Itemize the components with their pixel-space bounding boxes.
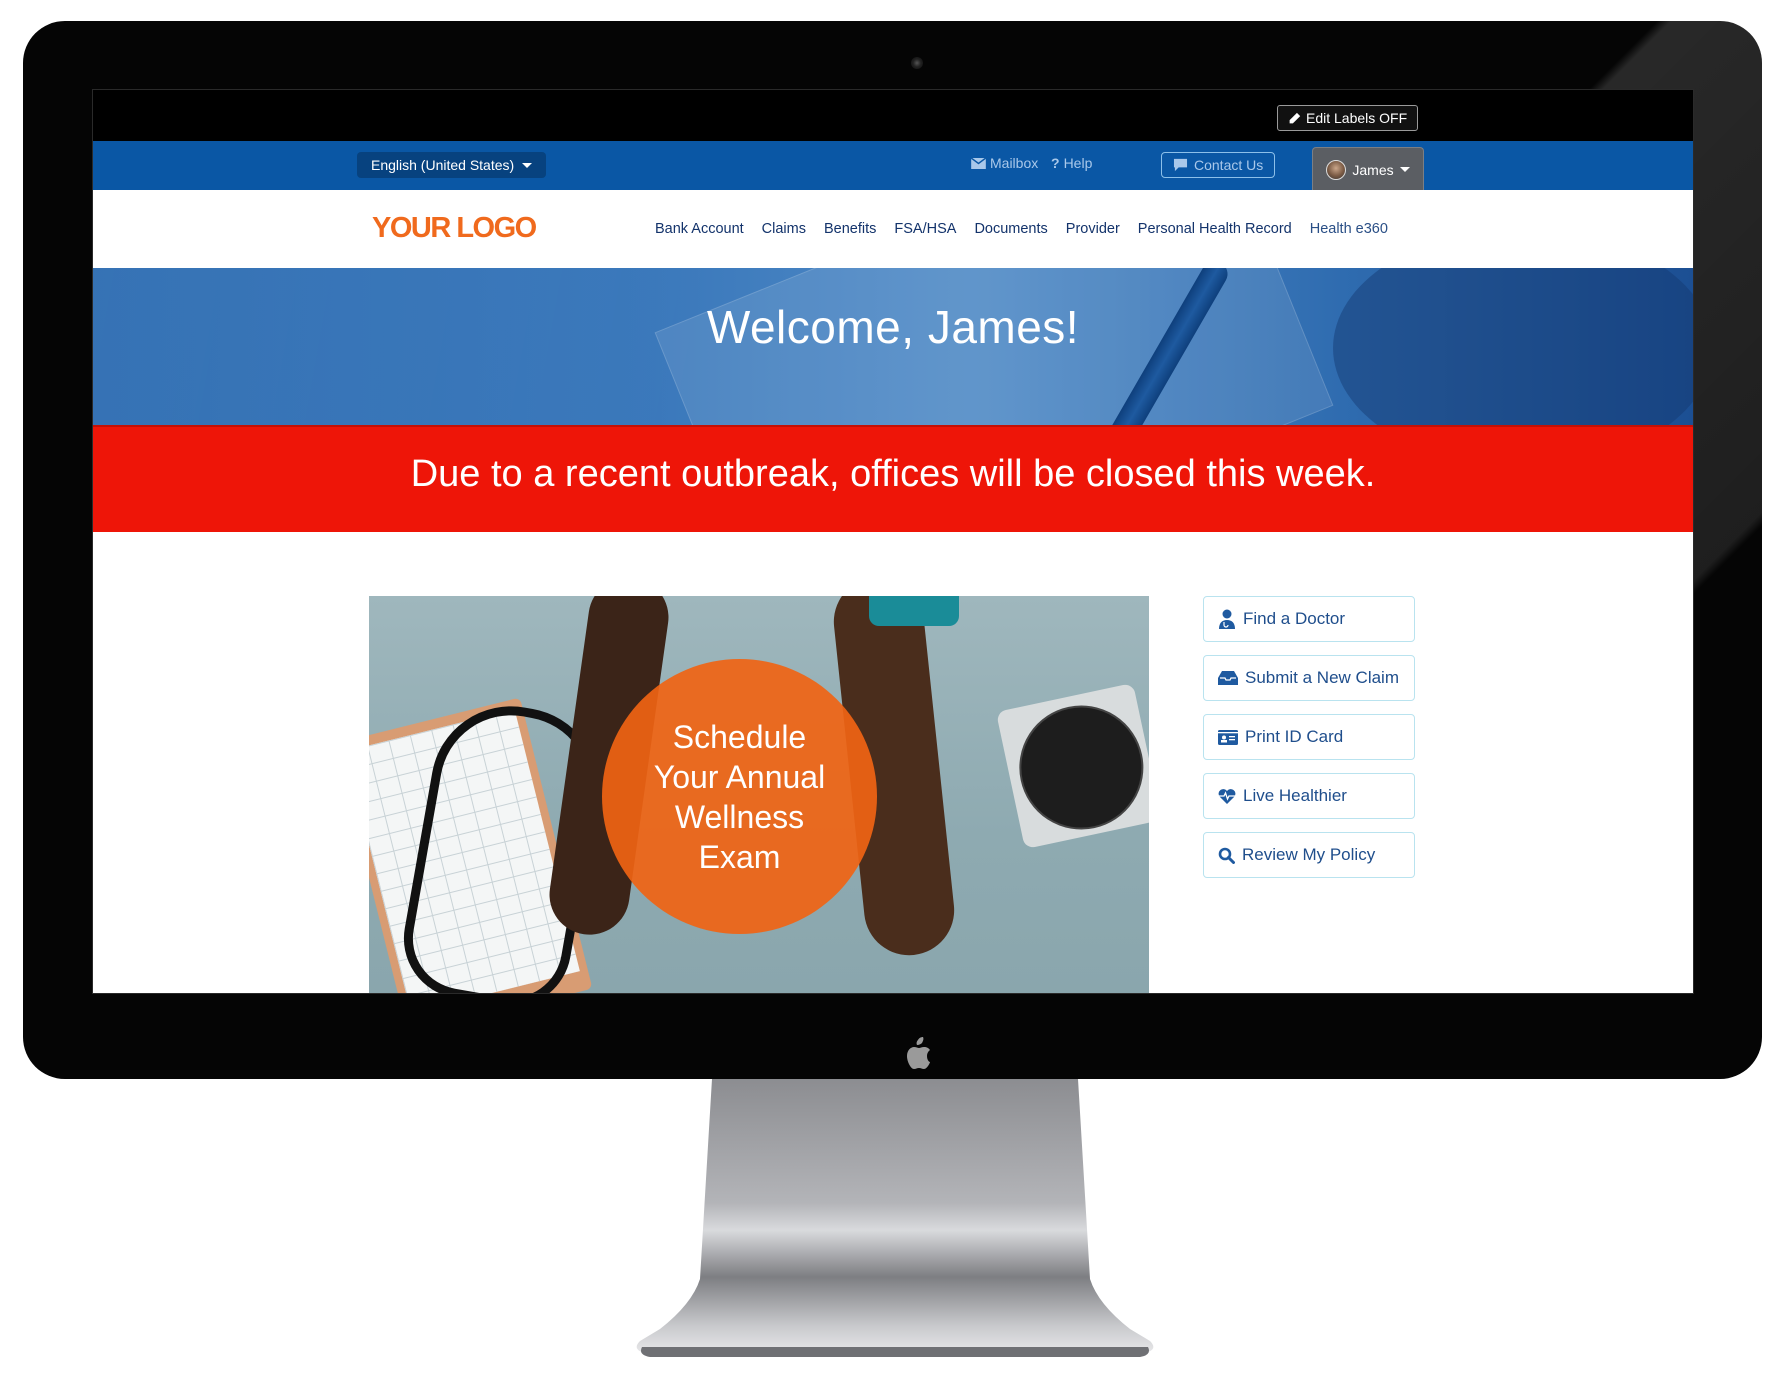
main-nav: YOUR LOGO Bank Account Claims Benefits F… — [93, 190, 1693, 269]
nav-health-e360[interactable]: Health e360 — [1310, 221, 1388, 237]
language-label: English (United States) — [371, 157, 515, 173]
id-card-icon — [1218, 729, 1238, 745]
doctor-icon — [1219, 609, 1235, 629]
edit-labels-label: Edit Labels OFF — [1306, 110, 1408, 126]
nav-fsa-hsa[interactable]: FSA/HSA — [894, 221, 956, 237]
find-a-doctor-button[interactable]: Find a Doctor — [1203, 596, 1415, 642]
nav-documents[interactable]: Documents — [974, 221, 1047, 237]
live-healthier-label: Live Healthier — [1243, 786, 1347, 805]
chat-bubble-icon — [1173, 158, 1188, 172]
envelope-icon — [971, 157, 986, 169]
avatar — [1326, 159, 1347, 180]
mailbox-label: Mailbox — [990, 155, 1039, 171]
heartbeat-icon — [1218, 789, 1236, 804]
promo-badge[interactable]: Schedule Your Annual Wellness Exam — [602, 659, 877, 934]
utility-bar: English (United States) Mailbox ? Help C… — [93, 141, 1693, 191]
nav-personal-health-record[interactable]: Personal Health Record — [1138, 221, 1292, 237]
review-my-policy-button[interactable]: Review My Policy — [1203, 832, 1415, 878]
chevron-down-icon — [522, 162, 533, 168]
submit-new-claim-label: Submit a New Claim — [1245, 668, 1399, 687]
quick-actions: Find a Doctor Submit a New Claim Print I… — [1203, 596, 1415, 891]
contact-us-button[interactable]: Contact Us — [1161, 152, 1276, 178]
help-label: Help — [1063, 155, 1093, 171]
find-a-doctor-label: Find a Doctor — [1243, 609, 1346, 628]
help-link[interactable]: ? Help — [1051, 155, 1092, 171]
nav-benefits[interactable]: Benefits — [824, 221, 876, 237]
promo-line: Wellness — [674, 798, 805, 835]
print-id-card-label: Print ID Card — [1245, 727, 1344, 746]
welcome-hero: Welcome, James! — [93, 268, 1693, 425]
edit-labels-toggle[interactable]: Edit Labels OFF — [1277, 105, 1419, 131]
scrubs-sleeve-image — [869, 596, 959, 626]
promo-line: Your Annual — [653, 758, 826, 795]
contact-us-label: Contact Us — [1194, 157, 1264, 173]
question-icon: ? — [1051, 155, 1060, 171]
search-icon — [1218, 847, 1235, 864]
webcam-icon — [911, 57, 923, 69]
admin-strip: Edit Labels OFF — [93, 90, 1693, 141]
wellness-exam-promo[interactable]: Schedule Your Annual Wellness Exam — [369, 596, 1149, 993]
monitor-stand — [636, 1079, 1154, 1357]
mailbox-link[interactable]: Mailbox — [971, 155, 1038, 171]
chevron-down-icon — [1399, 167, 1410, 172]
nav-claims[interactable]: Claims — [762, 221, 806, 237]
promo-line: Exam — [698, 838, 781, 875]
submit-new-claim-button[interactable]: Submit a New Claim — [1203, 655, 1415, 701]
print-id-card-button[interactable]: Print ID Card — [1203, 714, 1415, 760]
pencil-icon — [1289, 112, 1301, 123]
user-menu[interactable]: James — [1312, 147, 1424, 191]
nav-bank-account[interactable]: Bank Account — [655, 221, 744, 237]
nav-provider[interactable]: Provider — [1066, 221, 1120, 237]
alert-message: Due to a recent outbreak, offices will b… — [410, 453, 1376, 495]
screen: Edit Labels OFF English (United States) … — [92, 89, 1694, 994]
user-name: James — [1352, 161, 1394, 178]
welcome-heading: Welcome, James! — [706, 301, 1080, 353]
inbox-icon — [1218, 671, 1238, 685]
blood-pressure-gauge-image — [995, 682, 1149, 850]
language-select[interactable]: English (United States) — [357, 152, 547, 178]
review-my-policy-label: Review My Policy — [1242, 845, 1376, 864]
live-healthier-button[interactable]: Live Healthier — [1203, 773, 1415, 819]
apple-logo-icon — [907, 1037, 930, 1069]
promo-line: Schedule — [672, 718, 807, 755]
logo[interactable]: YOUR LOGO — [372, 212, 537, 245]
alert-banner: Due to a recent outbreak, offices will b… — [93, 425, 1693, 532]
